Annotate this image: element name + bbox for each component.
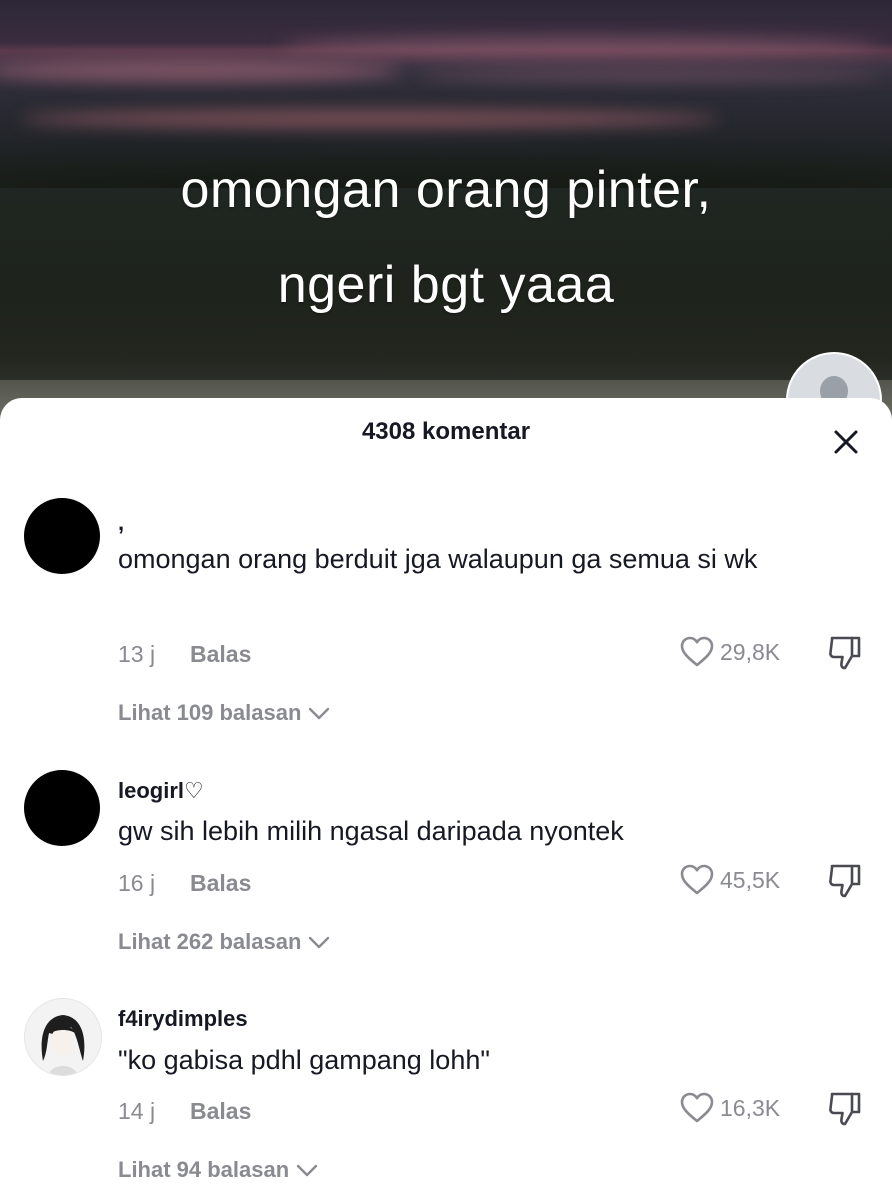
comment-text: omongan orang berduit jga walaupun ga se… <box>118 544 758 574</box>
sky-cloud <box>280 36 880 56</box>
like-count: 29,8K <box>720 638 781 665</box>
thumbs-down-icon <box>829 1092 861 1126</box>
comment-time: 16 j <box>118 870 156 896</box>
chevron-down-icon <box>309 707 330 720</box>
comments-count-title: 4308 komentar <box>361 418 531 445</box>
avatar-illustration <box>25 999 101 1075</box>
view-replies-link[interactable]: Lihat 262 balasan <box>118 929 331 955</box>
close-icon <box>834 430 858 454</box>
avatar[interactable] <box>24 498 100 574</box>
comment-time: 14 j <box>118 1098 156 1124</box>
comment-username[interactable]: f4irydimples <box>118 1006 248 1032</box>
like-button[interactable]: 45,5K <box>680 864 780 896</box>
heart-outline-icon <box>680 1092 714 1123</box>
like-count: 16,3K <box>720 1094 781 1121</box>
view-replies-link[interactable]: Lihat 94 balasan <box>118 1157 319 1183</box>
comments-panel: 4308 komentar , omongan orang berduit jg… <box>0 398 892 1200</box>
comment-text: gw sih lebih milih ngasal daripada nyont… <box>118 816 624 846</box>
view-replies-label: Lihat 109 balasan <box>118 700 302 725</box>
view-replies-label: Lihat 94 balasan <box>118 1157 290 1182</box>
thumbs-down-icon <box>829 864 861 898</box>
avatar[interactable] <box>24 998 102 1076</box>
heart-outline-icon <box>680 636 714 667</box>
reply-button[interactable]: Balas <box>190 1098 251 1125</box>
dislike-button[interactable] <box>826 634 864 672</box>
heart-outline-icon <box>680 864 714 895</box>
video-caption-line1: omongan orang pinter, <box>180 161 712 219</box>
thumbs-down-icon <box>829 636 861 670</box>
video-background: omongan orang pinter, ngeri bgt yaaa <box>0 0 892 420</box>
like-button[interactable]: 16,3K <box>680 1092 780 1124</box>
dislike-button[interactable] <box>826 862 864 900</box>
like-button[interactable]: 29,8K <box>680 636 780 668</box>
sky-cloud <box>0 60 400 82</box>
view-replies-label: Lihat 262 balasan <box>118 929 302 954</box>
comment-username[interactable]: , <box>118 510 124 536</box>
sky-cloud <box>20 110 720 128</box>
comment-username[interactable]: leogirl♡ <box>118 778 204 804</box>
chevron-down-icon <box>309 936 330 949</box>
like-count: 45,5K <box>720 866 781 893</box>
chevron-down-icon <box>296 1164 318 1177</box>
sky-cloud <box>420 68 880 82</box>
view-replies-link[interactable]: Lihat 109 balasan <box>118 700 331 726</box>
comment-time: 13 j <box>118 641 156 667</box>
avatar[interactable] <box>24 770 100 846</box>
close-button[interactable] <box>826 422 866 462</box>
dislike-button[interactable] <box>826 1090 864 1128</box>
reply-button[interactable]: Balas <box>190 641 251 668</box>
video-caption-line2: ngeri bgt yaaa <box>277 256 615 314</box>
comment-text: "ko gabisa pdhl gampang lohh" <box>118 1045 490 1075</box>
reply-button[interactable]: Balas <box>190 870 251 897</box>
